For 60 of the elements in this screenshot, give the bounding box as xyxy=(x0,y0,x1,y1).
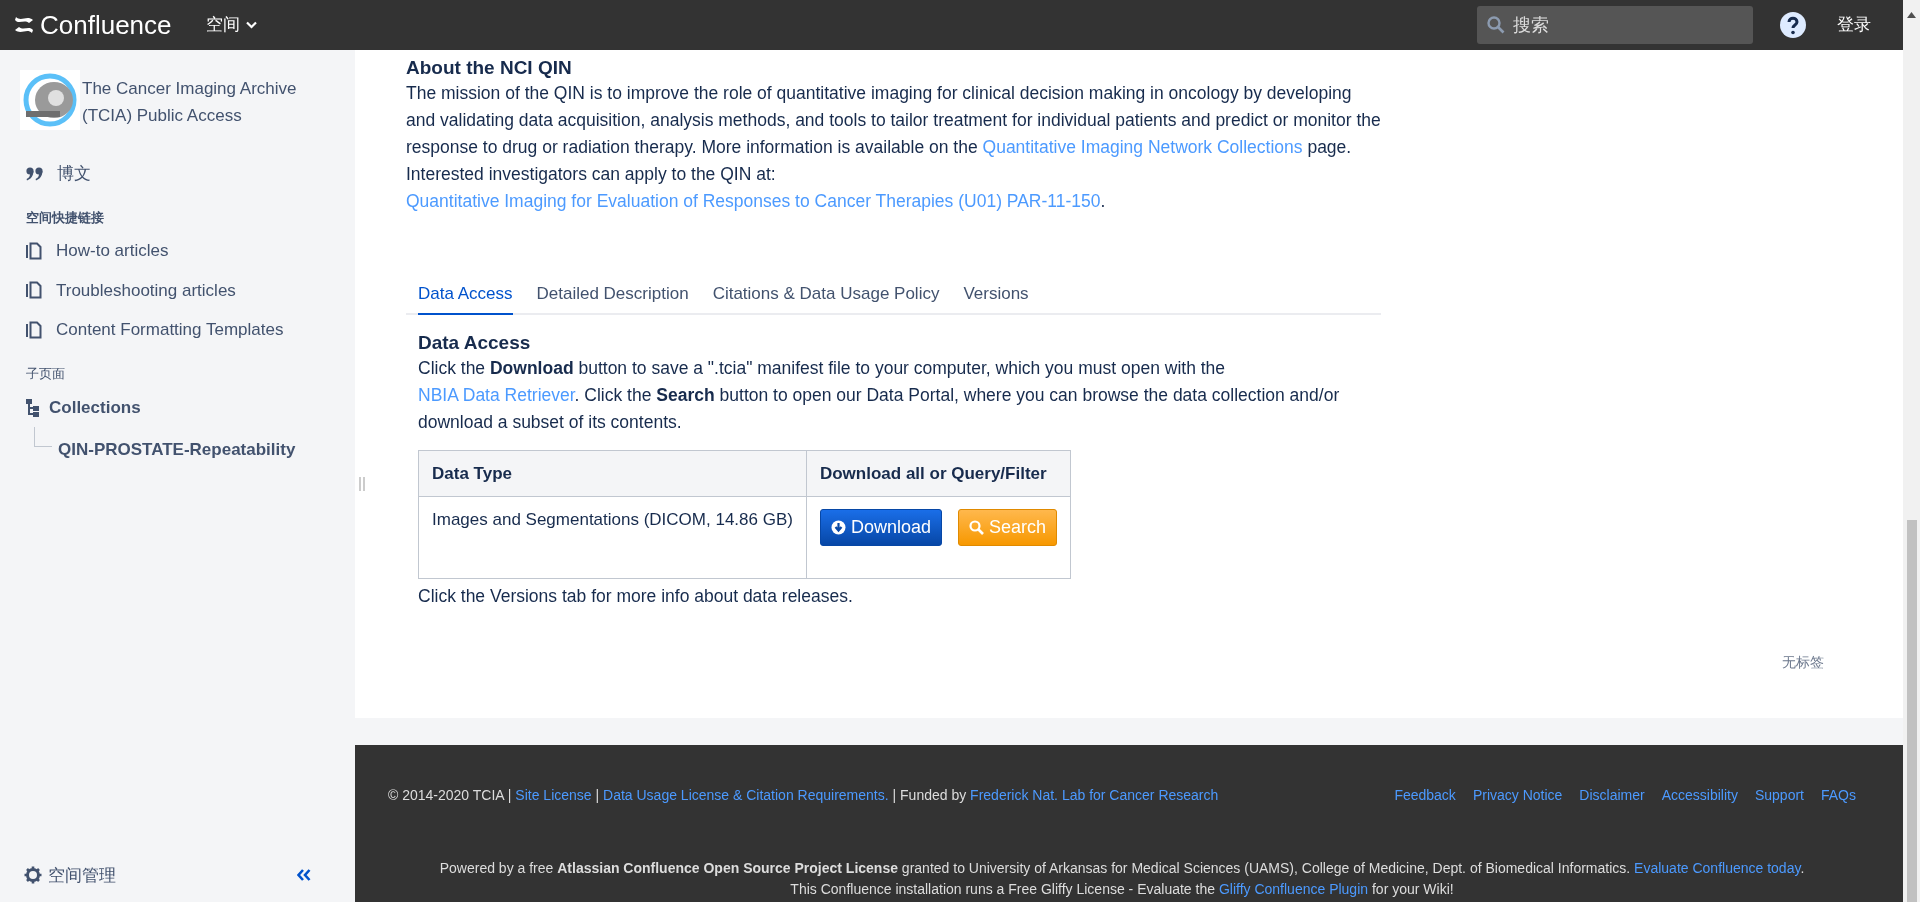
tab[interactable]: Data Access xyxy=(418,277,513,315)
collapse-icon[interactable] xyxy=(297,869,311,882)
page-tree-item[interactable]: QIN-PROSTATE-Repeatability xyxy=(52,428,302,470)
download-icon xyxy=(830,520,846,535)
sidebar-item[interactable]: 博文 xyxy=(20,154,335,194)
space-name-link[interactable]: The Cancer Imaging Archive (TCIA) Public Access xyxy=(82,75,312,129)
quote-icon xyxy=(26,166,43,181)
section-heading: 空间快捷链接 xyxy=(26,208,105,227)
search-icon xyxy=(969,520,984,535)
table-cell: Images and Segmentations (DICOM, 14.86 GB) xyxy=(418,496,807,579)
column-header: Download all or Query/Filter xyxy=(806,450,1071,497)
sidebar-item[interactable]: Troubleshooting articles xyxy=(20,270,335,310)
tab[interactable]: Detailed Description xyxy=(536,277,689,315)
paragraph: Click the Download button to save a ".tcia" manifest file to your computer, which you must open with the NBIA Data Retriever. Click the Search button to open our Data Portal, where you can browse the data collection and/or download a subset of its contents. xyxy=(418,356,1341,434)
license-text: This Confluence installation runs a Free Gliffy License - Evaluate the Gliffy Confluence Plugin for your Wiki! xyxy=(789,880,1455,899)
search-icon xyxy=(1487,16,1505,34)
section-heading: About the NCI QIN xyxy=(406,56,573,80)
login-link[interactable]: 登录 xyxy=(1837,12,1871,38)
paragraph: The mission of the QIN is to improve the role of quantitative imaging for clinical decision making in oncology by developing and validating data acquisition, analysis methods, and tools to tailor treatment for individual patients and predict or monitor the response to drug or radiation therapy. More information is available on the Quantitative Imaging Network Collections page. Interested investigators can apply to the QIN at: Quantitative Imaging for Evaluation of Responses to Cancer Therapies (U01) PAR-11-150. xyxy=(406,82,1381,213)
sidebar-item[interactable]: How-to articles xyxy=(20,231,335,271)
tab[interactable]: Versions xyxy=(963,277,1029,315)
logo-icon xyxy=(14,16,34,34)
tab[interactable]: Citations & Data Usage Policy xyxy=(712,277,940,315)
scrollbar-thumb[interactable] xyxy=(1906,520,1917,902)
text-link[interactable]: Data Usage License & Citation Requirements. xyxy=(603,787,889,803)
spaces-menu[interactable]: 空间 xyxy=(199,8,263,42)
text-link[interactable]: Gliffy Confluence Plugin xyxy=(1218,881,1369,897)
footer-link[interactable]: Feedback xyxy=(1394,785,1456,806)
pages-icon xyxy=(26,241,42,260)
note-text: Click the Versions tab for more info about data releases. xyxy=(418,585,854,608)
column-header: Data Type xyxy=(418,450,807,497)
tree-icon xyxy=(26,398,39,417)
caret-icon xyxy=(245,21,257,29)
license-text: Powered by a free Atlassian Confluence Open Source Project License granted to University of Arkansas for Medical Sciences (UAMS), College of Medicine, Dept. of Biomedical Informatics. Evaluate Confluence today. xyxy=(438,859,1806,878)
footer-link[interactable]: FAQs xyxy=(1821,785,1856,806)
search-field[interactable]: 搜索 xyxy=(1477,6,1753,44)
footer-text: © 2014-2020 TCIA | Site License | Data Usage License & Citation Requirements. | Funded by Frederick Nat. Lab for Cancer Research xyxy=(388,786,1219,805)
product-logo[interactable]: Confluence xyxy=(14,5,172,45)
scrollbar[interactable] xyxy=(1903,0,1920,902)
footer-link[interactable]: Accessibility xyxy=(1661,785,1738,806)
text-link[interactable]: Site License xyxy=(515,787,592,803)
section-heading: 子页面 xyxy=(26,364,66,383)
text-link[interactable]: Frederick Nat. Lab for Cancer Research xyxy=(970,787,1219,803)
space-tools-link[interactable]: 空间管理 xyxy=(24,862,116,888)
help-icon[interactable] xyxy=(1779,11,1807,39)
footer-link[interactable]: Disclaimer xyxy=(1579,785,1645,806)
pages-icon xyxy=(26,281,42,300)
section-heading: Data Access xyxy=(418,330,532,355)
resize-handle[interactable] xyxy=(359,477,365,491)
pages-icon xyxy=(26,320,42,339)
labels-text: 无标签 xyxy=(1781,653,1824,672)
footer-link[interactable]: Support xyxy=(1754,785,1804,806)
scroll-up-icon[interactable] xyxy=(1907,12,1916,18)
footer-link[interactable]: Privacy Notice xyxy=(1472,785,1563,806)
tree-connector xyxy=(34,426,52,447)
sidebar-item[interactable]: Content Formatting Templates xyxy=(20,310,335,350)
settings-icon xyxy=(24,866,42,885)
download-button[interactable]: Download xyxy=(819,509,942,546)
space-logo[interactable] xyxy=(20,70,80,130)
page-tree-item[interactable]: Collections xyxy=(20,387,335,429)
